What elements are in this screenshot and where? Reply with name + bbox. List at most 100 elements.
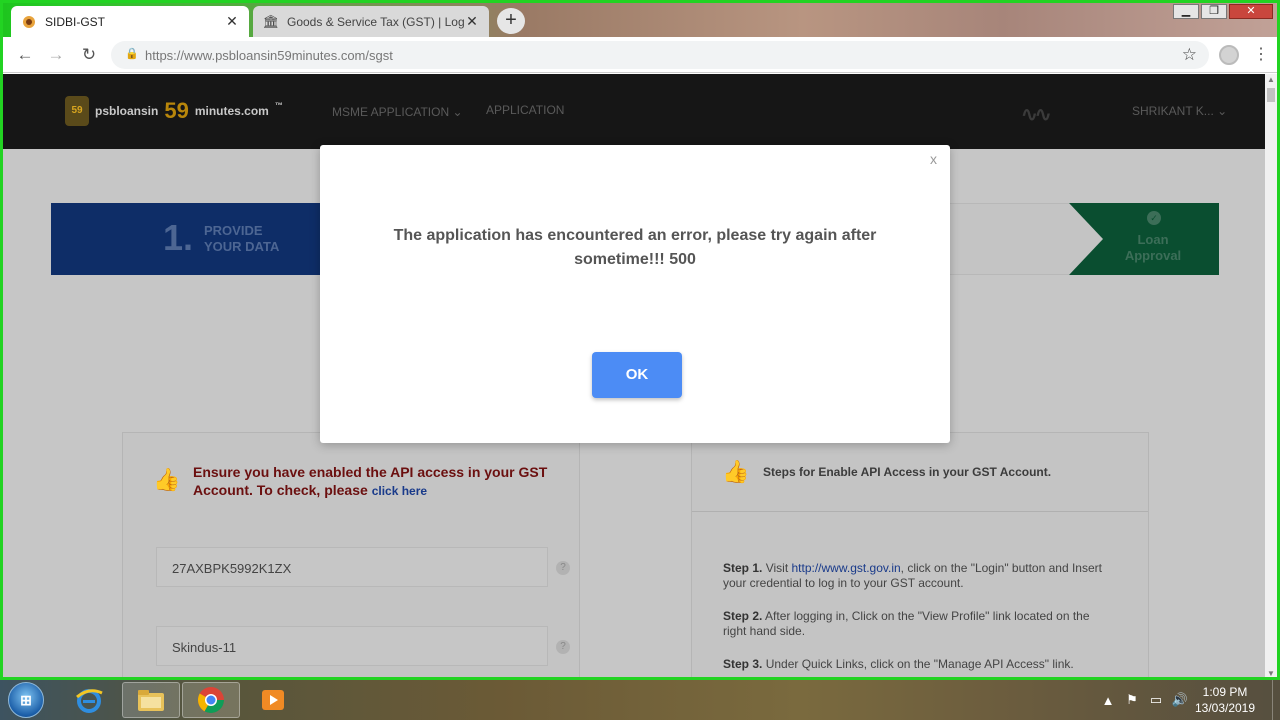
window-controls: ▁ ❐ ✕ <box>1173 4 1273 20</box>
gst-username-field[interactable]: Skindus-11 <box>156 626 548 666</box>
start-button[interactable]: ⊞ <box>8 682 44 718</box>
tab-gst-login[interactable]: 🏛 Goods & Service Tax (GST) | Login ✕ <box>253 6 489 37</box>
scroll-up-icon[interactable]: ▲ <box>1265 74 1277 86</box>
internet-explorer-icon[interactable] <box>60 682 118 718</box>
help-icon[interactable]: ? <box>556 640 570 654</box>
step-label-line1: PROVIDE <box>204 223 263 238</box>
close-tab-icon[interactable]: ✕ <box>465 13 479 30</box>
scroll-thumb[interactable] <box>1267 88 1275 102</box>
steps-title: Steps for Enable API Access in your GST … <box>763 465 1052 479</box>
tab-sidbi-gst[interactable]: SIDBI-GST ✕ <box>11 6 249 37</box>
clock[interactable]: 1:09 PM 13/03/2019 <box>1190 684 1260 716</box>
page-viewport: 59 psbloansin 59 minutes.com ™ MSME APPLI… <box>3 74 1265 677</box>
forward-arrow-icon[interactable]: → <box>46 45 66 65</box>
step-label-line2: YOUR DATA <box>204 239 280 254</box>
steps-list: Step 1. Visit http://www.gst.gov.in, cli… <box>723 561 1115 677</box>
address-bar[interactable]: 🔒 https://www.psbloansin59minutes.com/sg… <box>111 41 1209 69</box>
site-logo[interactable]: 59 psbloansin 59 minutes.com ™ <box>65 96 283 126</box>
close-tab-icon[interactable]: ✕ <box>225 13 239 30</box>
logo-suffix: minutes.com <box>194 104 269 118</box>
step-loan-approval: ✓ Loan Approval <box>1069 203 1219 275</box>
close-dialog-icon[interactable]: x <box>930 151 937 167</box>
error-dialog: x The application has encountered an err… <box>320 145 950 443</box>
action-center-icon[interactable]: ⚑ <box>1120 692 1144 708</box>
show-desktop-button[interactable] <box>1272 680 1280 720</box>
chevron-down-icon: ⌄ <box>452 105 463 119</box>
browser-toolbar: ← → ↻ 🔒 https://www.psbloansin59minutes.… <box>3 37 1277 73</box>
pulse-logo-icon: ∿∿ <box>1021 104 1051 126</box>
step-label: PROVIDE YOUR DATA <box>204 223 279 255</box>
divider <box>692 511 1148 512</box>
gst-credentials-panel: 👍 Ensure you have enabled the API access… <box>122 432 580 677</box>
site-header: 59 psbloansin 59 minutes.com ™ MSME APPLI… <box>3 74 1265 149</box>
step-chevron <box>1069 203 1103 275</box>
browser-window: SIDBI-GST ✕ 🏛 Goods & Service Tax (GST) … <box>0 0 1280 680</box>
step-2-label: Step 2. <box>723 609 763 623</box>
network-icon[interactable]: ▭ <box>1144 692 1168 708</box>
step-3-text: Under Quick Links, click on the "Manage … <box>765 657 1074 671</box>
step-label: Loan Approval <box>1117 232 1189 264</box>
click-here-link[interactable]: click here <box>372 484 427 498</box>
url-path: /sgst <box>365 48 393 63</box>
username-value: Skindus-11 <box>172 640 237 655</box>
step-1: Step 1. Visit http://www.gst.gov.in, cli… <box>723 561 1115 591</box>
gstin-field[interactable]: 27AXBPK5992K1ZX <box>156 547 548 587</box>
profile-avatar[interactable] <box>1219 45 1239 65</box>
user-name: SHRIKANT K... <box>1132 104 1214 118</box>
tab-title: SIDBI-GST <box>45 14 106 29</box>
step-3: Step 3. Under Quick Links, click on the … <box>723 657 1115 672</box>
reload-icon[interactable]: ↻ <box>79 45 99 65</box>
volume-icon[interactable]: 🔊 <box>1168 692 1192 708</box>
close-window-button[interactable]: ✕ <box>1229 4 1273 19</box>
url-text: https://www.psbloansin59minutes.com/sgst <box>145 48 393 63</box>
step-number: 1. <box>163 217 194 258</box>
lock-icon: 🔒 <box>125 48 139 60</box>
thumbs-up-icon: 👍 <box>153 467 181 492</box>
api-warning-text: Ensure you have enabled the API access i… <box>193 464 548 498</box>
show-hidden-icons-icon[interactable]: ▲ <box>1096 693 1120 708</box>
back-arrow-icon[interactable]: ← <box>15 45 35 65</box>
new-tab-button[interactable]: + <box>497 8 525 34</box>
step-1-pre: Visit <box>765 561 789 575</box>
step-label-line2: Approval <box>1124 248 1182 263</box>
logo-badge-icon: 59 <box>65 96 89 126</box>
maximize-button[interactable]: ❐ <box>1201 4 1227 19</box>
tab-title: Goods & Service Tax (GST) | Login <box>287 14 465 29</box>
step-1-label: Step 1. <box>723 561 763 575</box>
nav-msme-label: MSME APPLICATION <box>332 105 450 119</box>
check-circle-icon: ✓ <box>1147 211 1161 225</box>
chevron-down-icon: ⌄ <box>1217 104 1228 118</box>
file-explorer-icon[interactable] <box>122 682 180 718</box>
thumbs-up-icon: 👍 <box>722 459 750 484</box>
error-message: The application has encountered an error… <box>393 227 877 268</box>
bookmark-star-icon[interactable]: ☆ <box>1182 45 1197 65</box>
api-warning: Ensure you have enabled the API access i… <box>193 463 565 500</box>
kebab-menu-icon[interactable]: ⋮ <box>1253 44 1269 64</box>
user-menu[interactable]: SHRIKANT K... ⌄ <box>1132 104 1227 118</box>
chrome-icon[interactable] <box>182 682 240 718</box>
logo-number: 59 <box>164 98 189 123</box>
nav-application[interactable]: APPLICATION <box>486 103 564 117</box>
gst-portal-link[interactable]: http://www.gst.gov.in <box>792 561 901 575</box>
media-player-icon[interactable] <box>244 682 302 718</box>
gst-emblem-icon: 🏛 <box>262 13 280 29</box>
api-steps-panel: 👍 Steps for Enable API Access in your GS… <box>691 432 1149 677</box>
scroll-down-icon[interactable]: ▼ <box>1265 668 1277 677</box>
url-host: https://www.psbloansin59minutes.com <box>145 48 366 63</box>
minimize-button[interactable]: ▁ <box>1173 4 1199 19</box>
ok-button[interactable]: OK <box>592 352 682 398</box>
sidbi-favicon-icon <box>21 14 37 30</box>
step-2: Step 2. After logging in, Click on the "… <box>723 609 1115 639</box>
gstin-value: 27AXBPK5992K1ZX <box>172 561 292 576</box>
step-2-text: After logging in, Click on the "View Pro… <box>723 609 1090 638</box>
windows-taskbar: ⊞ ▲ ⚑ ▭ 🔊 1:09 PM 13/03/2019 <box>0 680 1280 720</box>
nav-msme-application[interactable]: MSME APPLICATION ⌄ <box>332 105 463 119</box>
tab-strip: SIDBI-GST ✕ 🏛 Goods & Service Tax (GST) … <box>3 3 1277 37</box>
step-provide-data: 1. PROVIDE YOUR DATA <box>51 203 331 275</box>
vertical-scrollbar[interactable]: ▲ ▼ <box>1265 74 1277 677</box>
system-tray: ▲ ⚑ ▭ 🔊 <box>1096 680 1192 720</box>
help-icon[interactable]: ? <box>556 561 570 575</box>
logo-text: psbloansin <box>95 104 159 118</box>
clock-time: 1:09 PM <box>1202 685 1248 699</box>
step-3-label: Step 3. <box>723 657 763 671</box>
